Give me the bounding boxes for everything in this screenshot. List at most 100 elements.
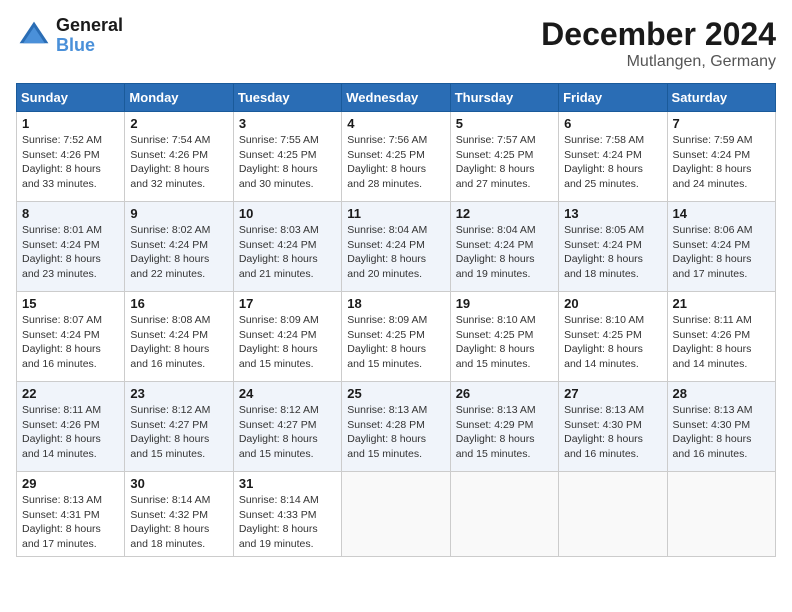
sunset-label: Sunset: 4:25 PM (347, 149, 425, 161)
day-info: Sunrise: 8:13 AM Sunset: 4:30 PM Dayligh… (673, 403, 770, 462)
day-number: 30 (130, 476, 227, 491)
day-number: 6 (564, 116, 661, 131)
sunrise-label: Sunrise: 8:04 AM (456, 224, 536, 236)
calendar-cell (450, 472, 558, 557)
day-number: 16 (130, 296, 227, 311)
calendar-cell: 23 Sunrise: 8:12 AM Sunset: 4:27 PM Dayl… (125, 382, 233, 472)
day-info: Sunrise: 8:11 AM Sunset: 4:26 PM Dayligh… (22, 403, 119, 462)
weekday-header-monday: Monday (125, 84, 233, 112)
calendar-cell (342, 472, 450, 557)
calendar-cell: 10 Sunrise: 8:03 AM Sunset: 4:24 PM Dayl… (233, 202, 341, 292)
daylight-label: Daylight: 8 hours and 19 minutes. (239, 523, 318, 550)
calendar-cell: 31 Sunrise: 8:14 AM Sunset: 4:33 PM Dayl… (233, 472, 341, 557)
calendar-cell: 17 Sunrise: 8:09 AM Sunset: 4:24 PM Dayl… (233, 292, 341, 382)
sunrise-label: Sunrise: 8:10 AM (456, 314, 536, 326)
daylight-label: Daylight: 8 hours and 27 minutes. (456, 163, 535, 190)
sunset-label: Sunset: 4:24 PM (22, 329, 100, 341)
daylight-label: Daylight: 8 hours and 16 minutes. (564, 433, 643, 460)
sunrise-label: Sunrise: 8:03 AM (239, 224, 319, 236)
calendar-cell: 12 Sunrise: 8:04 AM Sunset: 4:24 PM Dayl… (450, 202, 558, 292)
sunrise-label: Sunrise: 7:58 AM (564, 134, 644, 146)
weekday-header-thursday: Thursday (450, 84, 558, 112)
daylight-label: Daylight: 8 hours and 15 minutes. (347, 343, 426, 370)
calendar-cell: 4 Sunrise: 7:56 AM Sunset: 4:25 PM Dayli… (342, 112, 450, 202)
day-info: Sunrise: 8:09 AM Sunset: 4:24 PM Dayligh… (239, 313, 336, 372)
day-info: Sunrise: 8:14 AM Sunset: 4:32 PM Dayligh… (130, 493, 227, 552)
day-info: Sunrise: 8:11 AM Sunset: 4:26 PM Dayligh… (673, 313, 770, 372)
sunrise-label: Sunrise: 8:07 AM (22, 314, 102, 326)
sunset-label: Sunset: 4:26 PM (22, 419, 100, 431)
sunrise-label: Sunrise: 8:02 AM (130, 224, 210, 236)
sunset-label: Sunset: 4:25 PM (456, 149, 534, 161)
day-number: 17 (239, 296, 336, 311)
sunset-label: Sunset: 4:30 PM (673, 419, 751, 431)
day-number: 4 (347, 116, 444, 131)
day-number: 14 (673, 206, 770, 221)
daylight-label: Daylight: 8 hours and 15 minutes. (456, 343, 535, 370)
sunset-label: Sunset: 4:26 PM (22, 149, 100, 161)
location: Mutlangen, Germany (541, 53, 776, 71)
daylight-label: Daylight: 8 hours and 18 minutes. (130, 523, 209, 550)
sunrise-label: Sunrise: 8:09 AM (347, 314, 427, 326)
calendar-cell: 30 Sunrise: 8:14 AM Sunset: 4:32 PM Dayl… (125, 472, 233, 557)
sunrise-label: Sunrise: 7:52 AM (22, 134, 102, 146)
daylight-label: Daylight: 8 hours and 16 minutes. (130, 343, 209, 370)
sunset-label: Sunset: 4:24 PM (673, 239, 751, 251)
calendar-cell: 15 Sunrise: 8:07 AM Sunset: 4:24 PM Dayl… (17, 292, 125, 382)
sunrise-label: Sunrise: 8:10 AM (564, 314, 644, 326)
sunset-label: Sunset: 4:24 PM (456, 239, 534, 251)
calendar-cell: 8 Sunrise: 8:01 AM Sunset: 4:24 PM Dayli… (17, 202, 125, 292)
daylight-label: Daylight: 8 hours and 15 minutes. (130, 433, 209, 460)
day-number: 21 (673, 296, 770, 311)
sunrise-label: Sunrise: 8:06 AM (673, 224, 753, 236)
sunrise-label: Sunrise: 8:13 AM (673, 404, 753, 416)
sunset-label: Sunset: 4:24 PM (239, 239, 317, 251)
sunset-label: Sunset: 4:30 PM (564, 419, 642, 431)
day-number: 20 (564, 296, 661, 311)
calendar-cell: 5 Sunrise: 7:57 AM Sunset: 4:25 PM Dayli… (450, 112, 558, 202)
sunrise-label: Sunrise: 8:01 AM (22, 224, 102, 236)
calendar-cell: 28 Sunrise: 8:13 AM Sunset: 4:30 PM Dayl… (667, 382, 775, 472)
day-number: 3 (239, 116, 336, 131)
sunset-label: Sunset: 4:26 PM (673, 329, 751, 341)
calendar-cell: 6 Sunrise: 7:58 AM Sunset: 4:24 PM Dayli… (559, 112, 667, 202)
calendar-cell: 25 Sunrise: 8:13 AM Sunset: 4:28 PM Dayl… (342, 382, 450, 472)
sunrise-label: Sunrise: 8:04 AM (347, 224, 427, 236)
calendar-cell: 24 Sunrise: 8:12 AM Sunset: 4:27 PM Dayl… (233, 382, 341, 472)
sunset-label: Sunset: 4:24 PM (673, 149, 751, 161)
day-info: Sunrise: 8:13 AM Sunset: 4:28 PM Dayligh… (347, 403, 444, 462)
day-number: 10 (239, 206, 336, 221)
sunrise-label: Sunrise: 7:54 AM (130, 134, 210, 146)
day-info: Sunrise: 8:07 AM Sunset: 4:24 PM Dayligh… (22, 313, 119, 372)
calendar-cell (667, 472, 775, 557)
day-info: Sunrise: 7:55 AM Sunset: 4:25 PM Dayligh… (239, 133, 336, 192)
weekday-header-saturday: Saturday (667, 84, 775, 112)
day-info: Sunrise: 8:01 AM Sunset: 4:24 PM Dayligh… (22, 223, 119, 282)
sunset-label: Sunset: 4:33 PM (239, 509, 317, 521)
sunrise-label: Sunrise: 7:59 AM (673, 134, 753, 146)
daylight-label: Daylight: 8 hours and 15 minutes. (347, 433, 426, 460)
day-number: 19 (456, 296, 553, 311)
day-number: 15 (22, 296, 119, 311)
day-number: 22 (22, 386, 119, 401)
day-number: 28 (673, 386, 770, 401)
day-info: Sunrise: 8:03 AM Sunset: 4:24 PM Dayligh… (239, 223, 336, 282)
day-info: Sunrise: 8:10 AM Sunset: 4:25 PM Dayligh… (456, 313, 553, 372)
sunrise-label: Sunrise: 8:11 AM (673, 314, 752, 326)
calendar-cell: 29 Sunrise: 8:13 AM Sunset: 4:31 PM Dayl… (17, 472, 125, 557)
sunrise-label: Sunrise: 8:09 AM (239, 314, 319, 326)
sunset-label: Sunset: 4:24 PM (564, 149, 642, 161)
day-info: Sunrise: 8:13 AM Sunset: 4:31 PM Dayligh… (22, 493, 119, 552)
sunset-label: Sunset: 4:24 PM (347, 239, 425, 251)
sunset-label: Sunset: 4:24 PM (22, 239, 100, 251)
day-number: 27 (564, 386, 661, 401)
daylight-label: Daylight: 8 hours and 28 minutes. (347, 163, 426, 190)
calendar-cell: 26 Sunrise: 8:13 AM Sunset: 4:29 PM Dayl… (450, 382, 558, 472)
day-info: Sunrise: 7:59 AM Sunset: 4:24 PM Dayligh… (673, 133, 770, 192)
sunset-label: Sunset: 4:27 PM (130, 419, 208, 431)
sunrise-label: Sunrise: 8:14 AM (239, 494, 319, 506)
day-info: Sunrise: 8:09 AM Sunset: 4:25 PM Dayligh… (347, 313, 444, 372)
daylight-label: Daylight: 8 hours and 14 minutes. (22, 433, 101, 460)
calendar-cell (559, 472, 667, 557)
calendar-cell: 2 Sunrise: 7:54 AM Sunset: 4:26 PM Dayli… (125, 112, 233, 202)
